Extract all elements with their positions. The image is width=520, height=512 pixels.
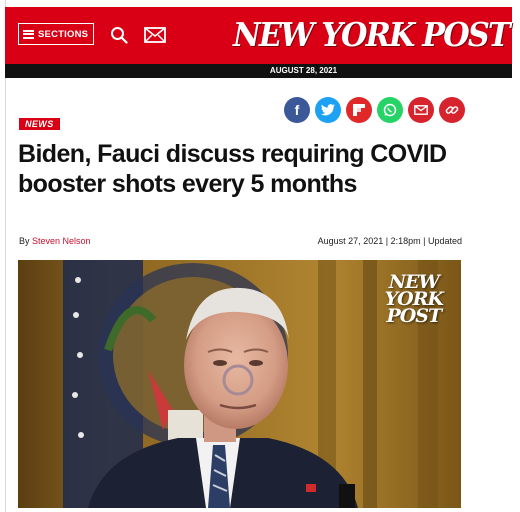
flipboard-icon[interactable] — [346, 97, 372, 123]
twitter-icon[interactable] — [315, 97, 341, 123]
share-bar: f — [284, 97, 465, 123]
mail-icon[interactable] — [144, 27, 166, 43]
sections-menu-button[interactable]: SECTIONS — [18, 23, 94, 45]
photo-watermark: NEW YORK POST — [385, 273, 444, 327]
publish-info: August 27, 2021 | 2:18pm | Updated — [318, 236, 462, 246]
site-header: SECTIONS NEW YORK POST — [5, 7, 512, 64]
hamburger-icon — [23, 29, 34, 39]
byline-prefix: By — [19, 236, 30, 246]
news-category-tag[interactable]: NEWS — [19, 118, 60, 130]
date-bar-text: AUGUST 28, 2021 — [269, 66, 338, 75]
byline: By Steven Nelson — [19, 236, 91, 246]
publish-time: 2:18pm — [390, 236, 421, 246]
date-bar: AUGUST 28, 2021 — [5, 64, 512, 78]
article-photo[interactable]: NEW YORK POST — [18, 260, 461, 508]
site-logo[interactable]: NEW YORK POST — [233, 15, 511, 57]
sections-label: SECTIONS — [38, 28, 89, 40]
watermark-line: POST — [386, 305, 442, 327]
copy-link-icon[interactable] — [439, 97, 465, 123]
search-icon[interactable] — [110, 26, 128, 44]
publish-date: August 27, 2021 — [317, 236, 384, 246]
updated-label: Updated — [427, 236, 462, 246]
whatsapp-icon[interactable] — [377, 97, 403, 123]
email-share-icon[interactable] — [408, 97, 434, 123]
article-headline: Biden, Fauci discuss requiring COVID boo… — [18, 140, 447, 198]
facebook-icon[interactable]: f — [284, 97, 310, 123]
author-link[interactable]: Steven Nelson — [32, 236, 91, 246]
